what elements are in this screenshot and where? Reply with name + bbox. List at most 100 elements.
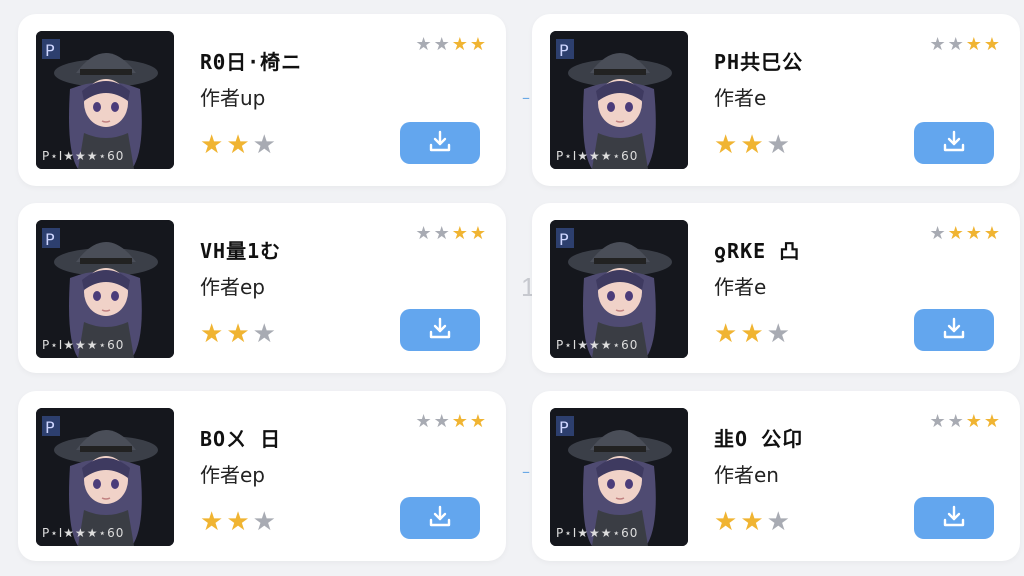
star-icon: ★ (766, 507, 790, 537)
star-icon: ★ (965, 411, 982, 432)
app-author: 作者e (714, 86, 767, 110)
app-card[interactable]: P P⋆I★★★⋆60 韭O 公卬 作者en ★ ★ ★ ★ ★ ★ ★ (532, 391, 1020, 561)
star-icon: ★ (965, 34, 982, 55)
top-rating: ★ ★ ★ ★ (929, 36, 1000, 54)
main-rating: ★ ★ ★ (200, 132, 276, 158)
app-thumbnail[interactable]: P P⋆I★★★⋆60 (36, 220, 174, 358)
star-icon: ★ (929, 34, 946, 55)
star-icon: ★ (983, 223, 1000, 244)
app-card[interactable]: P P⋆I★★★⋆60 VH量1む 作者ep ★ ★ ★ ★ ★ ★ ★ (18, 203, 506, 373)
thumbnail-caption: P⋆I★★★⋆60 (42, 149, 125, 163)
app-thumbnail[interactable]: P P⋆I★★★⋆60 (550, 31, 688, 169)
download-icon (427, 316, 453, 345)
star-icon: ★ (714, 130, 738, 160)
app-title: BOㄨ 日 (200, 427, 282, 451)
main-rating: ★ ★ ★ (714, 132, 790, 158)
download-button[interactable] (400, 309, 480, 351)
star-icon: ★ (415, 34, 432, 55)
svg-text:P: P (45, 418, 55, 437)
download-icon (941, 316, 967, 345)
star-icon: ★ (947, 411, 964, 432)
top-rating: ★ ★ ★ ★ (415, 225, 486, 243)
download-button[interactable] (400, 497, 480, 539)
top-rating: ★ ★ ★ ★ (415, 36, 486, 54)
star-icon: ★ (740, 507, 764, 537)
star-icon: ★ (929, 411, 946, 432)
star-icon: ★ (714, 507, 738, 537)
download-icon (941, 129, 967, 158)
main-rating: ★ ★ ★ (714, 509, 790, 535)
app-card[interactable]: P P⋆I★★★⋆60 BOㄨ 日 作者ep ★ ★ ★ ★ ★ ★ ★ (18, 391, 506, 561)
app-title: VH量1む (200, 239, 282, 263)
app-author: 作者up (200, 86, 266, 110)
svg-text:P: P (559, 418, 569, 437)
download-icon (427, 129, 453, 158)
star-icon: ★ (766, 319, 790, 349)
star-icon: ★ (252, 130, 276, 160)
thumbnail-caption: P⋆I★★★⋆60 (556, 149, 639, 163)
star-icon: ★ (451, 34, 468, 55)
download-button[interactable] (914, 122, 994, 164)
star-icon: ★ (929, 223, 946, 244)
app-title: ƍRKE 凸 (714, 239, 801, 263)
app-author: 作者ep (200, 275, 265, 299)
top-rating: ★ ★ ★ ★ (929, 225, 1000, 243)
top-rating: ★ ★ ★ ★ (415, 413, 486, 431)
app-card[interactable]: P P⋆I★★★⋆60 RΘ日·椅ニ 作者up ★ ★ ★ ★ ★ ★ ★ (18, 14, 506, 186)
star-icon: ★ (226, 130, 250, 160)
download-button[interactable] (914, 309, 994, 351)
star-icon: ★ (451, 411, 468, 432)
app-card[interactable]: P P⋆I★★★⋆60 PH共巳公 作者e ★ ★ ★ ★ ★ ★ ★ (532, 14, 1020, 186)
star-icon: ★ (433, 34, 450, 55)
download-button[interactable] (914, 497, 994, 539)
star-icon: ★ (252, 507, 276, 537)
app-title: PH共巳公 (714, 50, 804, 74)
star-icon: ★ (469, 34, 486, 55)
star-icon: ★ (983, 34, 1000, 55)
star-icon: ★ (965, 223, 982, 244)
star-icon: ★ (415, 223, 432, 244)
svg-text:P: P (45, 41, 55, 60)
star-icon: ★ (415, 411, 432, 432)
main-rating: ★ ★ ★ (200, 509, 276, 535)
svg-text:P: P (559, 230, 569, 249)
app-author: 作者e (714, 275, 767, 299)
app-author: 作者ep (200, 463, 265, 487)
star-icon: ★ (226, 507, 250, 537)
app-thumbnail[interactable]: P P⋆I★★★⋆60 (36, 31, 174, 169)
app-title: RΘ日·椅ニ (200, 50, 303, 74)
svg-text:P: P (559, 41, 569, 60)
star-icon: ★ (714, 319, 738, 349)
divider-mark: – (522, 462, 530, 481)
star-icon: ★ (200, 130, 224, 160)
top-rating: ★ ★ ★ ★ (929, 413, 1000, 431)
thumbnail-caption: P⋆I★★★⋆60 (556, 338, 639, 352)
main-rating: ★ ★ ★ (200, 321, 276, 347)
star-icon: ★ (469, 411, 486, 432)
app-grid: – 1 – P P⋆I★★★⋆60 RΘ日·椅ニ 作者up ★ ★ ★ ★ ★ ★ ★ P (0, 0, 1024, 576)
divider-mark: – (522, 88, 530, 107)
star-icon: ★ (947, 34, 964, 55)
thumbnail-caption: P⋆I★★★⋆60 (42, 526, 125, 540)
download-icon (941, 504, 967, 533)
thumbnail-caption: P⋆I★★★⋆60 (556, 526, 639, 540)
download-icon (427, 504, 453, 533)
app-author: 作者en (714, 463, 779, 487)
app-thumbnail[interactable]: P P⋆I★★★⋆60 (550, 408, 688, 546)
star-icon: ★ (740, 130, 764, 160)
app-thumbnail[interactable]: P P⋆I★★★⋆60 (550, 220, 688, 358)
download-button[interactable] (400, 122, 480, 164)
star-icon: ★ (433, 223, 450, 244)
app-card[interactable]: P P⋆I★★★⋆60 ƍRKE 凸 作者e ★ ★ ★ ★ ★ ★ ★ (532, 203, 1020, 373)
star-icon: ★ (200, 507, 224, 537)
svg-text:P: P (45, 230, 55, 249)
star-icon: ★ (200, 319, 224, 349)
star-icon: ★ (469, 223, 486, 244)
star-icon: ★ (947, 223, 964, 244)
star-icon: ★ (252, 319, 276, 349)
star-icon: ★ (451, 223, 468, 244)
star-icon: ★ (766, 130, 790, 160)
star-icon: ★ (983, 411, 1000, 432)
app-thumbnail[interactable]: P P⋆I★★★⋆60 (36, 408, 174, 546)
app-title: 韭O 公卬 (714, 427, 804, 451)
